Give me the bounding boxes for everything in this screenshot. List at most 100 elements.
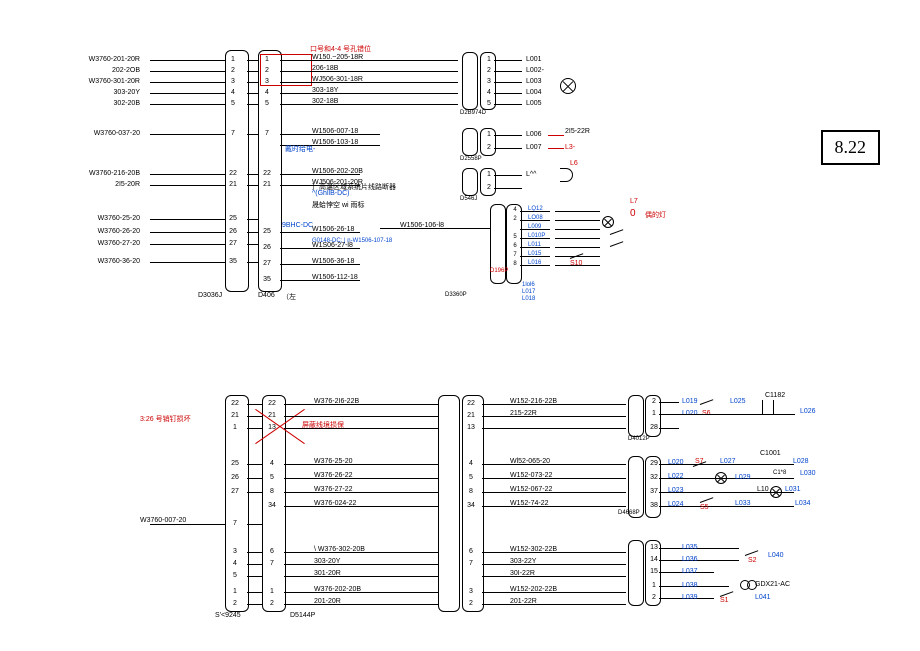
pin: 7 bbox=[267, 560, 277, 567]
pin: 14 bbox=[649, 556, 659, 563]
wire-label: 302-20B bbox=[114, 100, 140, 107]
wire bbox=[150, 104, 225, 105]
wire-label: W376-202-20B bbox=[314, 586, 361, 593]
wire bbox=[247, 524, 262, 525]
pin: 2 bbox=[484, 144, 494, 151]
wire-label: L006 bbox=[526, 131, 542, 138]
wire-label: L^^ bbox=[526, 171, 536, 178]
wire-label: 303-18Y bbox=[312, 87, 338, 94]
switch-b2b bbox=[700, 498, 720, 506]
wire-label: L035 bbox=[682, 544, 698, 551]
wire bbox=[150, 174, 225, 175]
pin: 25 bbox=[228, 215, 238, 222]
wire bbox=[494, 148, 522, 149]
label-d406: D406 bbox=[258, 292, 275, 299]
pin: 13 bbox=[466, 424, 476, 431]
pin: 22 bbox=[267, 400, 277, 407]
wire-label: W1506-007-18 bbox=[312, 128, 358, 135]
wire-label: 206-18B bbox=[312, 65, 338, 72]
pin: 7 bbox=[262, 130, 272, 137]
label-d196p: D196P bbox=[490, 268, 508, 274]
label-d2b974d: D2B974D bbox=[460, 110, 486, 116]
pin: 7 bbox=[230, 520, 240, 527]
wire bbox=[555, 211, 600, 212]
wire bbox=[150, 244, 225, 245]
pin: 5 bbox=[228, 100, 238, 107]
pin: 2 bbox=[267, 600, 277, 607]
pin: 27 bbox=[262, 260, 272, 267]
pin: 1 bbox=[262, 56, 272, 63]
wire bbox=[247, 244, 258, 245]
wire bbox=[494, 60, 522, 61]
w3760-007-20: W3760-007-20 bbox=[140, 517, 186, 524]
wire-label: L024 bbox=[668, 501, 684, 508]
lamp-zero: 0 bbox=[630, 208, 636, 219]
wire bbox=[284, 492, 438, 493]
pin: 21 bbox=[267, 412, 277, 419]
pin: 4 bbox=[466, 460, 476, 467]
anno-g0148: G0148-DC; | n-W1506-107-18 bbox=[312, 238, 392, 244]
pin: 21 bbox=[228, 181, 238, 188]
wire bbox=[659, 402, 679, 403]
wire bbox=[284, 506, 438, 507]
wire-label: L020 bbox=[668, 459, 684, 466]
pin: 21 bbox=[262, 181, 272, 188]
wire bbox=[150, 93, 225, 94]
wire bbox=[482, 492, 626, 493]
wire bbox=[494, 135, 522, 136]
wire-label: 303-22Y bbox=[510, 558, 536, 565]
pin: 4 bbox=[230, 560, 240, 567]
br1-l025: L025 bbox=[730, 398, 746, 405]
wire-label: W3760-216-20B bbox=[89, 170, 140, 177]
connector-mid2a bbox=[438, 395, 460, 612]
pin: 1 bbox=[649, 582, 659, 589]
pin: 26 bbox=[230, 474, 240, 481]
pin: 2 bbox=[228, 67, 238, 74]
pin: 7 bbox=[228, 130, 238, 137]
pin: 22 bbox=[228, 170, 238, 177]
wire bbox=[247, 93, 258, 94]
wire-label: L023 bbox=[668, 487, 684, 494]
pin: 1 bbox=[230, 424, 240, 431]
wire bbox=[494, 175, 522, 176]
pin: 5 bbox=[262, 100, 272, 107]
br3-l040: L040 bbox=[768, 552, 784, 559]
wire bbox=[247, 592, 262, 593]
pin: 27 bbox=[230, 488, 240, 495]
r2-extra1: 2I5-22R bbox=[565, 128, 590, 135]
wire bbox=[555, 247, 600, 248]
pin: 27 bbox=[228, 240, 238, 247]
lamp-note: 偶的灯 bbox=[645, 210, 666, 220]
wire bbox=[555, 220, 600, 221]
pin: 3 bbox=[230, 548, 240, 555]
r4-ex3: L018 bbox=[522, 296, 535, 302]
wire-label: 303-20Y bbox=[314, 558, 340, 565]
br1-l026: L026 bbox=[800, 408, 816, 415]
pin: 1 bbox=[649, 410, 659, 417]
switch-b3a bbox=[745, 551, 765, 559]
pin: 3 bbox=[484, 78, 494, 85]
pin: 4 bbox=[267, 460, 277, 467]
pin: 2 bbox=[649, 398, 659, 405]
pin: 2 bbox=[262, 67, 272, 74]
wire bbox=[380, 228, 490, 229]
connector-d2b974d bbox=[462, 52, 478, 110]
pin: 3 bbox=[228, 78, 238, 85]
switch-3 bbox=[570, 254, 590, 262]
label-d3036j: D3036J bbox=[198, 292, 222, 299]
wire-label: W376-2I6-22B bbox=[314, 398, 359, 405]
wire-label: L001 bbox=[526, 56, 542, 63]
pin: 2 bbox=[484, 67, 494, 74]
note-top-pinshift: 口号和4-4 号孔错位 bbox=[310, 44, 371, 54]
wire-label: L003 bbox=[526, 78, 542, 85]
br2-l031: L031 bbox=[785, 486, 801, 493]
pin: 4 bbox=[262, 89, 272, 96]
wire bbox=[284, 428, 438, 429]
wire-label: W1506-202-20B bbox=[312, 168, 363, 175]
wire-label: LO08 bbox=[528, 215, 543, 221]
wire bbox=[494, 71, 522, 72]
wire bbox=[284, 576, 438, 577]
br3-l041: L041 bbox=[755, 594, 771, 601]
wire-label: L016 bbox=[528, 260, 541, 266]
wire bbox=[659, 548, 739, 549]
